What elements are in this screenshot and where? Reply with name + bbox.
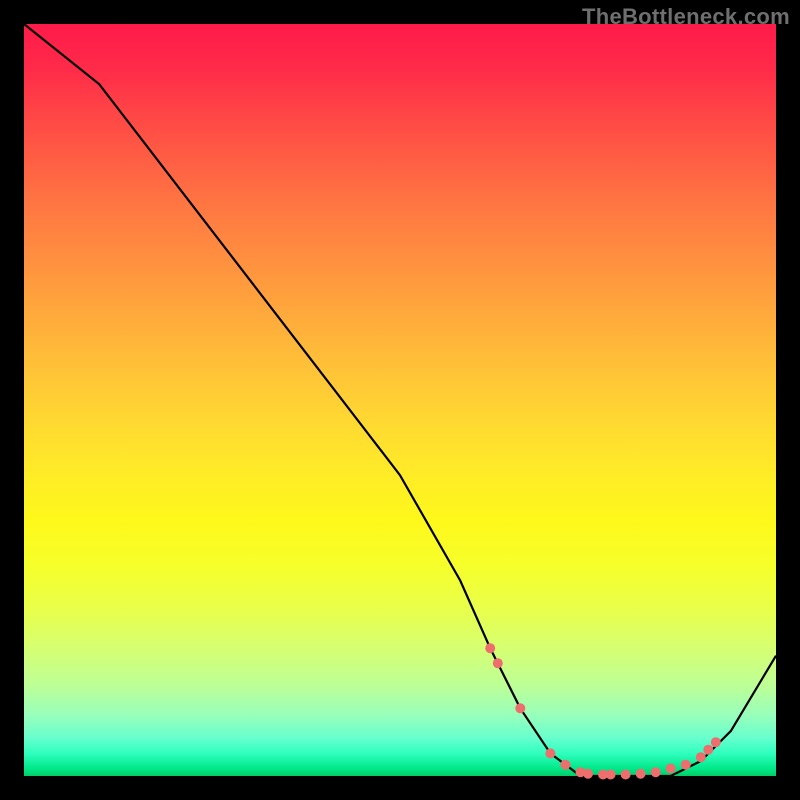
data-dot xyxy=(545,748,555,758)
chart-frame: TheBottleneck.com xyxy=(0,0,800,800)
curve-data-dots xyxy=(485,643,721,779)
data-dot xyxy=(681,760,691,770)
data-dot xyxy=(560,760,570,770)
data-dot xyxy=(711,737,721,747)
data-dot xyxy=(636,769,646,779)
watermark-text: TheBottleneck.com xyxy=(582,4,790,30)
data-dot xyxy=(666,764,676,774)
data-dot xyxy=(493,658,503,668)
data-dot xyxy=(485,643,495,653)
data-dot xyxy=(583,769,593,779)
bottleneck-curve-line xyxy=(24,24,776,776)
bottleneck-curve-svg xyxy=(24,24,776,776)
data-dot xyxy=(606,770,616,780)
data-dot xyxy=(515,703,525,713)
plot-gradient-background xyxy=(24,24,776,776)
data-dot xyxy=(621,770,631,780)
data-dot xyxy=(651,767,661,777)
data-dot xyxy=(696,752,706,762)
data-dot xyxy=(703,745,713,755)
